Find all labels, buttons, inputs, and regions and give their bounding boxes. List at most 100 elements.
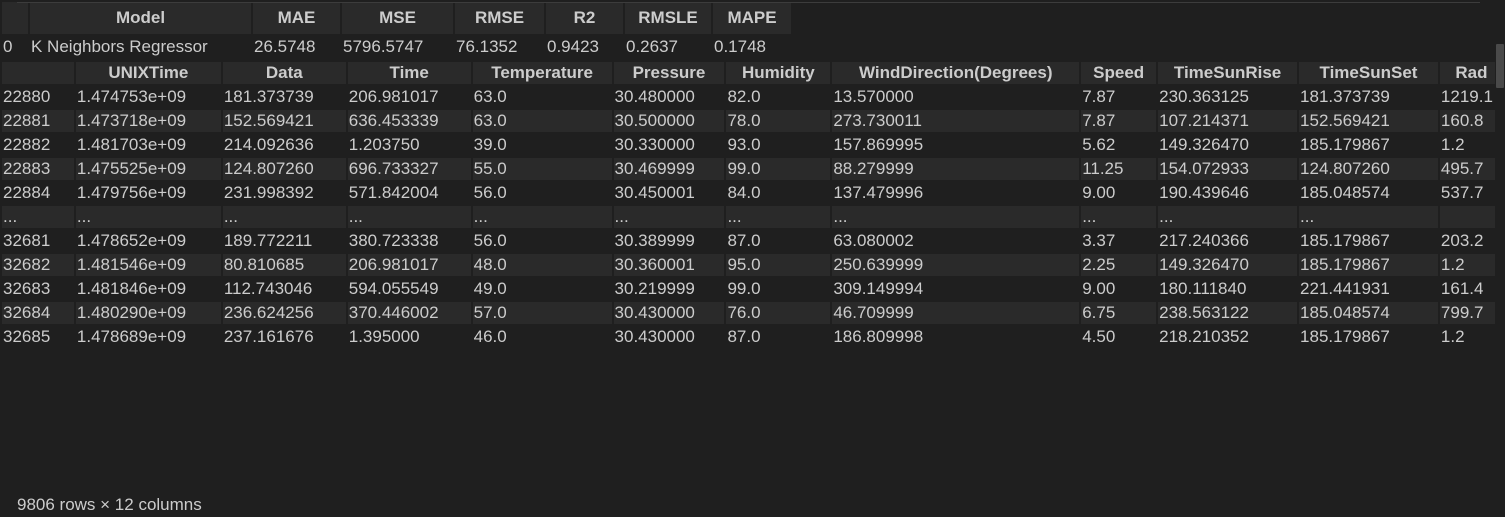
table-cell: 63.0 <box>472 110 612 132</box>
table-cell: 238.563122 <box>1158 302 1298 324</box>
table-cell: 26.5748 <box>254 37 316 56</box>
table-cell: 93.0 <box>727 135 761 154</box>
metrics-table: Model MAE MSE RMSE R2 RMSLE MAPE 0 K Nei… <box>0 0 793 60</box>
table-cell: 152.569421 <box>1299 110 1438 132</box>
table-cell: 6.75 <box>1081 302 1157 324</box>
scrollbar-thumb[interactable] <box>1496 44 1504 88</box>
table-cell: 273.730011 <box>832 110 1080 132</box>
table-row: 22882 1.481703e+09 214.092636 1.203750 39.0 3… <box>2 134 1503 156</box>
row-index: 22880 <box>3 87 51 106</box>
table-cell: 48.0 <box>472 254 612 276</box>
table-row: 0 K Neighbors Regressor 26.5748 5796.574… <box>2 36 791 58</box>
table-row: 22880 1.474753e+09 181.373739 206.981017 63.… <box>2 86 1503 108</box>
table-cell: 124.807260 <box>222 158 346 180</box>
metrics-col-header: Model <box>30 2 251 34</box>
table-row: 32681 1.478652e+09 189.772211 380.723338 56.… <box>2 230 1503 252</box>
table-cell: 63.080002 <box>833 231 914 250</box>
table-cell: 309.149994 <box>833 279 924 298</box>
table-cell: 190.439646 <box>1159 183 1249 202</box>
row-index: ... <box>2 206 74 228</box>
table-cell: 1.481703e+09 <box>76 135 187 154</box>
table-cell: 76.0 <box>726 302 831 324</box>
table-cell: 30.500000 <box>613 110 725 132</box>
table-cell: 1.2 <box>1440 327 1465 346</box>
dataframe-col-header: Speed <box>1081 62 1157 84</box>
table-cell: 1.2 <box>1440 135 1465 154</box>
table-cell: 1.481846e+09 <box>76 279 187 298</box>
table-cell: 63.0 <box>473 87 507 106</box>
table-cell: 214.092636 <box>223 135 314 154</box>
table-cell: 1.478652e+09 <box>76 231 187 250</box>
table-cell: 30.450001 <box>614 183 695 202</box>
table-cell: 107.214371 <box>1158 110 1298 132</box>
table-cell: ... <box>75 206 221 228</box>
metrics-col-header: RMSLE <box>625 2 711 34</box>
table-cell: 181.373739 <box>223 87 314 106</box>
table-cell: 203.2 <box>1440 231 1484 250</box>
dataframe-col-header: Temperature <box>472 62 612 84</box>
table-row: 22881 1.473718e+09 152.569421 636.453339 63.… <box>2 110 1503 132</box>
table-cell: 189.772211 <box>223 231 313 250</box>
table-cell: 84.0 <box>727 183 761 202</box>
table-cell: 154.072933 <box>1158 158 1298 180</box>
vertical-scrollbar[interactable] <box>1495 0 1505 517</box>
table-cell: 56.0 <box>473 183 507 202</box>
table-cell: 46.0 <box>473 327 507 346</box>
dataframe-col-header: Data <box>222 62 346 84</box>
table-cell: 30.469999 <box>613 158 725 180</box>
table-cell: 9.00 <box>1082 183 1116 202</box>
table-cell: 230.363125 <box>1159 87 1249 106</box>
table-cell <box>1439 206 1503 228</box>
table-cell: 149.326470 <box>1158 254 1298 276</box>
table-cell: 185.179867 <box>1300 135 1390 154</box>
table-cell: 137.479996 <box>833 183 924 202</box>
row-index: 32683 <box>3 279 51 298</box>
row-index: 0 <box>3 37 13 56</box>
row-index: 32681 <box>3 231 51 250</box>
table-cell: 537.7 <box>1440 183 1484 202</box>
dataframe-index-header <box>2 62 74 84</box>
table-cell: 80.810685 <box>222 254 346 276</box>
table-row: 32685 1.478689e+09 237.161676 1.395000 46.0 3… <box>2 326 1503 348</box>
table-cell: 185.048574 <box>1300 183 1390 202</box>
dataframe-col-header: TimeSunSet <box>1299 62 1438 84</box>
row-index: 22884 <box>3 183 51 202</box>
table-cell: ... <box>347 206 471 228</box>
table-cell: 157.869995 <box>833 135 924 154</box>
row-index: 32685 <box>3 327 51 346</box>
table-cell: 30.360001 <box>613 254 725 276</box>
table-cell: 49.0 <box>473 279 507 298</box>
table-cell: 112.743046 <box>223 279 313 298</box>
table-cell: 1.480290e+09 <box>75 302 221 324</box>
table-cell: 57.0 <box>472 302 612 324</box>
table-cell: ... <box>222 206 346 228</box>
table-cell: 0.2637 <box>626 37 678 56</box>
table-cell: 217.240366 <box>1159 231 1249 250</box>
table-row: 32684 1.480290e+09 236.624256 370.446002 57.… <box>2 302 1503 324</box>
table-cell: 185.179867 <box>1300 231 1390 250</box>
table-cell: 1.474753e+09 <box>76 87 187 106</box>
row-index: 22881 <box>2 110 74 132</box>
table-cell: 221.441931 <box>1300 279 1390 298</box>
table-cell: 78.0 <box>726 110 831 132</box>
table-cell: 218.210352 <box>1159 327 1249 346</box>
dataframe-col-header: WindDirection(Degrees) <box>832 62 1080 84</box>
table-cell: 55.0 <box>472 158 612 180</box>
table-cell: 186.809998 <box>833 327 924 346</box>
table-cell: 30.430000 <box>613 302 725 324</box>
metrics-col-header: MSE <box>342 2 453 34</box>
table-cell: 7.87 <box>1082 87 1116 106</box>
table-cell: 1.395000 <box>348 327 420 346</box>
table-cell: 152.569421 <box>222 110 346 132</box>
table-cell: 11.25 <box>1081 158 1157 180</box>
table-cell: 2.25 <box>1081 254 1157 276</box>
dataframe-col-header: UNIXTime <box>75 62 221 84</box>
table-cell: ... <box>613 206 725 228</box>
table-cell: 82.0 <box>727 87 761 106</box>
metrics-col-header: MAPE <box>713 2 791 34</box>
metrics-index-header <box>2 2 28 34</box>
table-cell: K Neighbors Regressor <box>31 37 208 56</box>
table-cell: ... <box>726 206 831 228</box>
metrics-col-header: MAE <box>253 2 340 34</box>
table-cell: 1.479756e+09 <box>76 183 187 202</box>
